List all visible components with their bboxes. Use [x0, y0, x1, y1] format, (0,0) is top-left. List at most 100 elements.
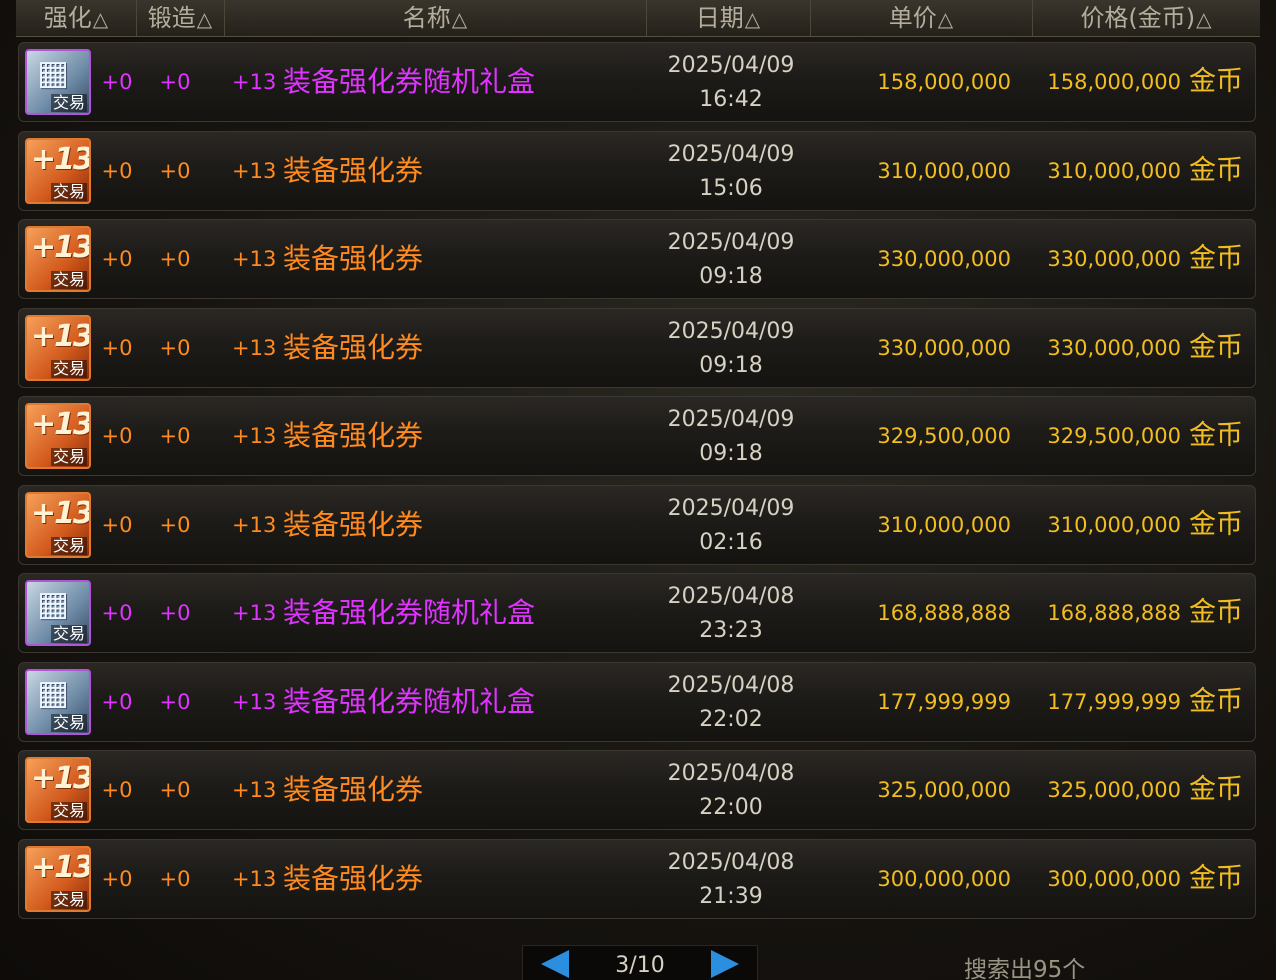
trade-tag: 交易 [50, 447, 87, 466]
listing-date: 2025/04/09 [667, 407, 795, 432]
trade-tag: 交易 [50, 181, 87, 201]
listing-date: 2025/04/08 [667, 672, 795, 698]
listing-row[interactable]: +13 交易 +0 +0 +13 装备强化券 2025/04/09 09:18 33… [18, 307, 1256, 388]
listing-row[interactable]: +13 交易 +0 +0 +13 装备强化券 2025/04/09 09:18 33… [18, 219, 1256, 299]
trade-tag: 交易 [50, 889, 87, 909]
sort-date-column[interactable]: 日期△ [646, 0, 811, 36]
trade-tag: 交易 [50, 358, 87, 378]
listing-time: 23:23 [699, 618, 763, 643]
ticket-glyph: +13 [31, 318, 91, 354]
currency-label: 金币 [1189, 774, 1243, 805]
sort-enhance-column[interactable]: 强化△ [16, 0, 137, 36]
item-name: 装备强化券随机礼盒 [283, 596, 536, 629]
listing-row[interactable]: +13 交易 +0 +0 +13 装备强化券 2025/04/08 22:00 32… [18, 750, 1256, 830]
listing-date: 2025/04/09 [667, 141, 795, 167]
unit-price: 310,000,000 [877, 512, 1011, 537]
listing-datetime: 2025/04/09 16:42 [631, 43, 831, 127]
total-price: 158,000,000 [1047, 70, 1181, 94]
item-level: +13 [232, 70, 277, 94]
sort-price-column[interactable]: 价格(金币)△ [1032, 0, 1260, 36]
currency-label: 金币 [1189, 862, 1243, 894]
currency-label: 金币 [1189, 243, 1243, 274]
item-name: 装备强化券随机礼盒 [283, 65, 536, 98]
gift-box-icon[interactable]: ▦ 交易 [25, 580, 91, 646]
table-header: 强化△ 锻造△ 名称△ 日期△ 单价△ 价格(金币)△ [16, 0, 1260, 37]
ticket-glyph: +13 [31, 141, 91, 177]
item-name: 装备强化券 [283, 507, 424, 541]
listing-time: 09:18 [699, 352, 763, 378]
header-label: 日期 [695, 4, 744, 32]
listing-list: ▦ 交易 +0 +0 +13 装备强化券随机礼盒 2025/04/09 16:42 … [18, 42, 1256, 927]
sort-triangle-icon: △ [451, 7, 468, 31]
listing-date: 2025/04/09 [667, 230, 795, 255]
listing-row[interactable]: +13 交易 +0 +0 +13 装备强化券 2025/04/09 09:18 32… [18, 396, 1256, 476]
currency-label: 金币 [1189, 685, 1243, 717]
forge-value: +0 [159, 512, 191, 537]
item-level: +13 [232, 512, 277, 537]
total-price: 325,000,000 [1047, 778, 1181, 802]
item-name: 装备强化券 [283, 773, 424, 806]
listing-datetime: 2025/04/09 09:18 [631, 309, 831, 393]
enhance-ticket-icon[interactable]: +13 交易 [25, 314, 91, 381]
trade-tag: 交易 [50, 93, 87, 112]
pagination: 3/10 [522, 945, 758, 980]
enhance-ticket-icon[interactable]: +13 交易 [25, 137, 91, 204]
enhance-value: +0 [101, 424, 133, 448]
listing-row[interactable]: +13 交易 +0 +0 +13 装备强化券 2025/04/09 02:16 31… [18, 484, 1256, 565]
gift-box-glyph: ▦ [37, 672, 69, 713]
next-page-icon[interactable] [711, 950, 739, 978]
enhance-ticket-icon[interactable]: +13 交易 [25, 403, 91, 469]
listing-datetime: 2025/04/09 09:18 [631, 397, 831, 481]
listing-time: 09:18 [699, 441, 763, 466]
trade-tag: 交易 [50, 712, 87, 732]
enhance-value: +0 [101, 601, 133, 625]
item-level: +13 [232, 335, 277, 360]
listing-time: 22:02 [699, 706, 763, 732]
listing-datetime: 2025/04/08 23:23 [631, 574, 831, 658]
sort-unit-price-column[interactable]: 单价△ [810, 0, 1033, 36]
listing-date: 2025/04/08 [667, 584, 795, 609]
ticket-glyph: +13 [31, 230, 91, 265]
item-name: 装备强化券 [283, 861, 424, 895]
gift-box-glyph: ▦ [37, 584, 69, 624]
listing-row[interactable]: ▦ 交易 +0 +0 +13 装备强化券随机礼盒 2025/04/09 16:42 … [18, 42, 1256, 122]
ticket-glyph: +13 [31, 849, 91, 885]
sort-forge-column[interactable]: 锻造△ [136, 0, 225, 36]
currency-label: 金币 [1189, 154, 1243, 186]
forge-value: +0 [159, 689, 191, 714]
listing-row[interactable]: +13 交易 +0 +0 +13 装备强化券 2025/04/09 15:06 31… [18, 130, 1256, 211]
trade-tag: 交易 [50, 535, 87, 555]
result-count: 搜索出95个 [964, 957, 1086, 980]
header-label: 强化 [43, 4, 92, 32]
sort-triangle-icon: △ [1196, 7, 1212, 31]
listing-datetime: 2025/04/09 09:18 [631, 220, 831, 304]
enhance-ticket-icon[interactable]: +13 交易 [25, 757, 91, 823]
sort-name-column[interactable]: 名称△ [224, 0, 647, 36]
forge-value: +0 [159, 247, 191, 271]
enhance-value: +0 [101, 247, 133, 271]
currency-label: 金币 [1189, 331, 1243, 363]
header-label: 名称 [402, 4, 451, 32]
currency-label: 金币 [1189, 420, 1243, 451]
gift-box-icon[interactable]: ▦ 交易 [25, 668, 91, 735]
enhance-value: +0 [101, 158, 133, 183]
listing-row[interactable]: ▦ 交易 +0 +0 +13 装备强化券随机礼盒 2025/04/08 22:02 … [18, 661, 1256, 742]
enhance-ticket-icon[interactable]: +13 交易 [25, 226, 91, 292]
listing-row[interactable]: ▦ 交易 +0 +0 +13 装备强化券随机礼盒 2025/04/08 23:23 … [18, 573, 1256, 653]
total-price: 168,888,888 [1047, 601, 1181, 625]
listing-row[interactable]: +13 交易 +0 +0 +13 装备强化券 2025/04/08 21:39 30… [18, 838, 1256, 919]
ticket-glyph: +13 [31, 761, 91, 796]
listing-date: 2025/04/08 [667, 849, 795, 875]
item-name: 装备强化券 [283, 330, 424, 364]
enhance-ticket-icon[interactable]: +13 交易 [25, 845, 91, 912]
prev-page-icon[interactable] [541, 950, 569, 978]
gift-box-icon[interactable]: ▦ 交易 [25, 49, 91, 115]
ticket-glyph: +13 [31, 495, 91, 531]
enhance-ticket-icon[interactable]: +13 交易 [25, 491, 91, 558]
unit-price: 330,000,000 [877, 335, 1011, 360]
listing-date: 2025/04/09 [667, 318, 795, 344]
auction-window: 强化△ 锻造△ 名称△ 日期△ 单价△ 价格(金币)△ ▦ 交易 +0 +0 +1… [0, 0, 1276, 980]
unit-price: 168,888,888 [877, 601, 1011, 625]
trade-tag: 交易 [50, 801, 87, 820]
forge-value: +0 [159, 866, 191, 891]
